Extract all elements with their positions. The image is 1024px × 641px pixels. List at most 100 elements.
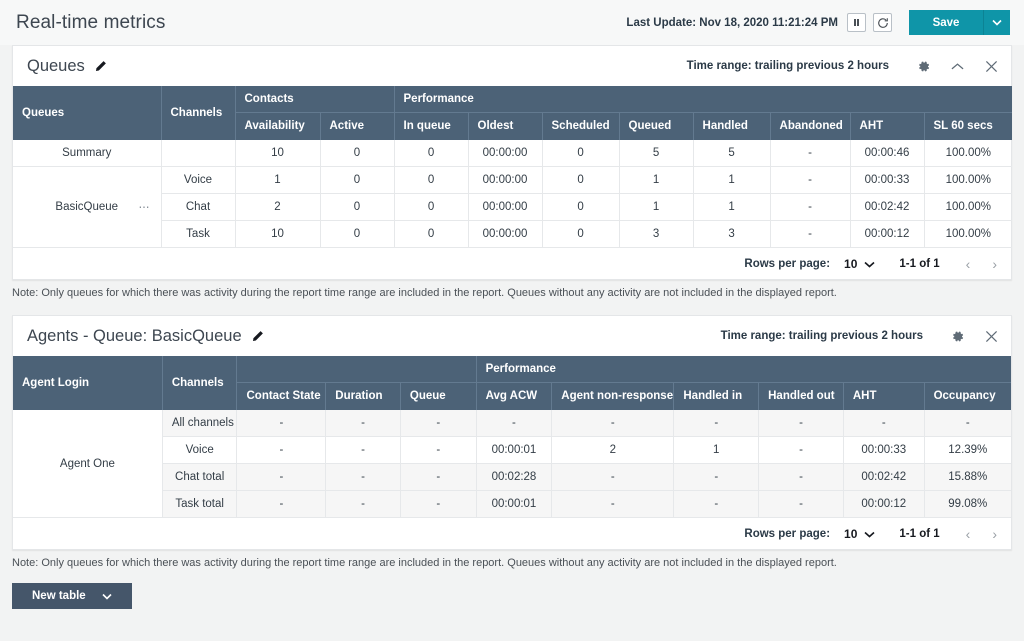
chevron-left-icon[interactable]: ‹	[966, 256, 971, 272]
rows-per-page-select[interactable]: 10	[844, 525, 875, 543]
cell-aht: 00:00:46	[850, 140, 924, 167]
cell-availability: 2	[235, 194, 320, 221]
queues-note: Note: Only queues for which there was ac…	[0, 280, 1024, 299]
queues-col-queues[interactable]: Queues	[13, 86, 161, 140]
cell-contact-state: -	[237, 410, 326, 437]
queues-col-active[interactable]: Active	[320, 112, 394, 140]
close-icon[interactable]	[983, 328, 999, 344]
agents-col-duration[interactable]: Duration	[326, 382, 401, 410]
agents-col-queue[interactable]: Queue	[400, 382, 476, 410]
gear-icon[interactable]	[915, 58, 931, 74]
cell-handled-out: -	[759, 410, 844, 437]
queues-col-oldest[interactable]: Oldest	[468, 112, 542, 140]
refresh-icon[interactable]	[873, 13, 892, 32]
queue-name-cell: BasicQueue ⋯	[13, 167, 161, 248]
cell-contact-state: -	[237, 464, 326, 491]
cell-avg-acw: 00:02:28	[476, 464, 552, 491]
cell-contact-state: -	[237, 491, 326, 518]
cell-occupancy: -	[924, 410, 1011, 437]
agents-col-aht[interactable]: AHT	[843, 382, 924, 410]
agents-group-header-row: Agent Login Channels Performance	[13, 356, 1011, 382]
cell-active: 0	[320, 167, 394, 194]
pagination-range: 1-1 of 1	[899, 258, 939, 270]
agents-col-handled-in[interactable]: Handled in	[674, 382, 759, 410]
pencil-icon[interactable]	[94, 60, 107, 73]
agents-table: Agent Login Channels Performance Contact…	[13, 356, 1011, 518]
rows-per-page-label: Rows per page:	[744, 528, 830, 540]
queues-col-queued[interactable]: Queued	[619, 112, 693, 140]
agents-group-performance: Performance	[476, 356, 1011, 382]
queues-col-scheduled[interactable]: Scheduled	[542, 112, 619, 140]
agents-col-agent-non-response[interactable]: Agent non-response	[552, 382, 674, 410]
cell-handled-out: -	[759, 491, 844, 518]
save-button[interactable]: Save	[909, 10, 984, 35]
queues-group-header-row: Queues Channels Contacts Performance	[13, 86, 1012, 112]
save-dropdown-chevron-down-icon[interactable]	[984, 10, 1010, 35]
queues-col-aht[interactable]: AHT	[850, 112, 924, 140]
cell-in-queue: 0	[394, 194, 468, 221]
chevron-right-icon[interactable]: ›	[992, 256, 997, 272]
agents-col-avg-acw[interactable]: Avg ACW	[476, 382, 552, 410]
cell-scheduled: 0	[542, 167, 619, 194]
agents-col-channels[interactable]: Channels	[162, 356, 237, 410]
cell-abandoned: -	[770, 140, 850, 167]
queue-name-cell: Summary	[13, 140, 161, 167]
agents-col-handled-out[interactable]: Handled out	[759, 382, 844, 410]
queue-channel-cell: Chat	[161, 194, 235, 221]
queues-group-performance: Performance	[394, 86, 1012, 112]
table-row: Chat 2 0 0 00:00:00 0 1 1 - 00:02:42 100…	[13, 194, 1012, 221]
queues-col-availability[interactable]: Availability	[235, 112, 320, 140]
chevron-down-icon	[864, 255, 875, 273]
rows-per-page-select[interactable]: 10	[844, 255, 875, 273]
gear-icon[interactable]	[949, 328, 965, 344]
agent-channel-cell: Task total	[162, 491, 237, 518]
cell-sl60: 100.00%	[924, 140, 1012, 167]
table-row: Voice - - - 00:00:01 2 1 - 00:00:33 12.3…	[13, 437, 1011, 464]
chevron-up-icon[interactable]	[949, 58, 965, 74]
cell-active: 0	[320, 221, 394, 248]
cell-aht: 00:00:33	[850, 167, 924, 194]
agents-col-contact-state[interactable]: Contact State	[237, 382, 326, 410]
agents-group-blank	[237, 356, 476, 382]
queues-col-abandoned[interactable]: Abandoned	[770, 112, 850, 140]
header-actions: Last Update: Nov 18, 2020 11:21:24 PM Sa…	[626, 10, 1010, 35]
cell-avg-acw: 00:00:01	[476, 491, 552, 518]
cell-queued: 1	[619, 167, 693, 194]
cell-handled-in: -	[674, 464, 759, 491]
agents-col-agent-login[interactable]: Agent Login	[13, 356, 162, 410]
chevron-right-icon[interactable]: ›	[992, 526, 997, 542]
pencil-icon[interactable]	[251, 330, 264, 343]
cell-queued: 3	[619, 221, 693, 248]
queues-col-in-queue[interactable]: In queue	[394, 112, 468, 140]
agents-col-occupancy[interactable]: Occupancy	[924, 382, 1011, 410]
agents-table-body: Agent One All channels - - - - - - - - -…	[13, 410, 1011, 518]
new-table-label: New table	[18, 590, 102, 602]
cell-handled: 3	[693, 221, 770, 248]
ellipsis-icon[interactable]: ⋯	[139, 201, 151, 214]
chevron-left-icon[interactable]: ‹	[966, 526, 971, 542]
cell-handled-in: 1	[674, 437, 759, 464]
cell-availability: 1	[235, 167, 320, 194]
cell-occupancy: 12.39%	[924, 437, 1011, 464]
queues-col-sl60[interactable]: SL 60 secs	[924, 112, 1012, 140]
cell-occupancy: 15.88%	[924, 464, 1011, 491]
close-icon[interactable]	[983, 58, 999, 74]
new-table-button[interactable]: New table	[12, 583, 132, 609]
cell-queued: 1	[619, 194, 693, 221]
agents-card-header: Agents - Queue: BasicQueue Time range: t…	[13, 316, 1011, 356]
cell-agent-non-response: -	[552, 464, 674, 491]
cell-sl60: 100.00%	[924, 194, 1012, 221]
cell-duration: -	[326, 464, 401, 491]
queues-col-channels[interactable]: Channels	[161, 86, 235, 140]
cell-aht: 00:02:42	[843, 464, 924, 491]
pause-icon[interactable]	[847, 13, 866, 32]
queues-time-range: Time range: trailing previous 2 hours	[687, 60, 889, 72]
cell-occupancy: 99.08%	[924, 491, 1011, 518]
queues-col-handled[interactable]: Handled	[693, 112, 770, 140]
queues-card-header: Queues Time range: trailing previous 2 h…	[13, 46, 1011, 86]
cell-sl60: 100.00%	[924, 221, 1012, 248]
agents-pagination: Rows per page: 10 1-1 of 1 ‹ ›	[13, 518, 1011, 549]
queues-group-contacts: Contacts	[235, 86, 394, 112]
cell-queued: 5	[619, 140, 693, 167]
save-button-group: Save	[909, 10, 1010, 35]
